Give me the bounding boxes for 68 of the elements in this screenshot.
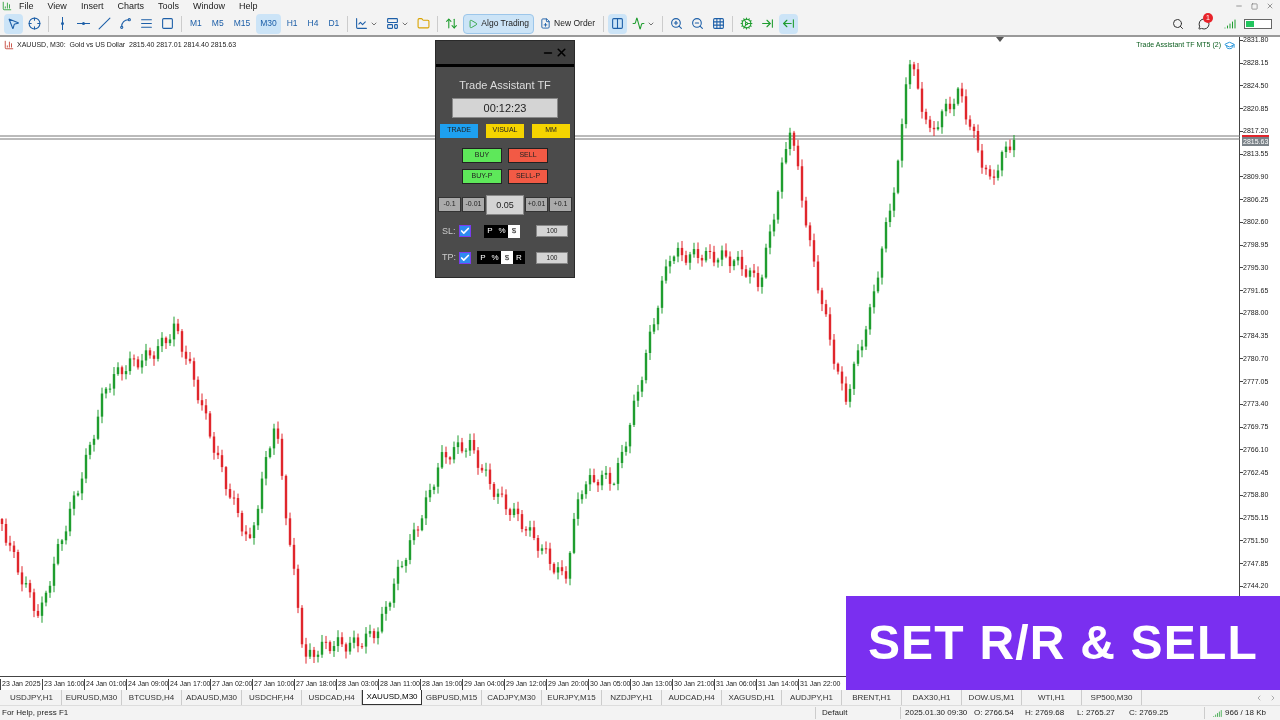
mode-button[interactable]: % [496, 224, 508, 238]
one-click-trading-icon [445, 17, 459, 30]
pointer-icon [7, 17, 20, 30]
menu-item[interactable]: View [40, 0, 74, 12]
level-label: TP: [442, 251, 457, 264]
chart-icon [4, 40, 14, 51]
high-price: H: 2769.68 [1025, 707, 1066, 719]
chart-shift-button[interactable] [779, 13, 799, 34]
crosshair-icon [28, 17, 41, 30]
settings-icon [740, 17, 754, 30]
autoscroll-icon [761, 17, 775, 30]
timeframe-button[interactable]: H1 [282, 13, 302, 34]
timeframe-button[interactable]: M5 [207, 13, 228, 34]
menu-item[interactable]: Charts [110, 0, 151, 12]
close-price: C: 2769.25 [1129, 707, 1170, 719]
panel-title: Trade Assistant TF [458, 78, 552, 93]
level-checkbox[interactable] [459, 251, 471, 264]
zoom-out-icon [691, 17, 705, 30]
low-price: L: 2765.27 [1077, 707, 1116, 719]
level-label: SL: [442, 224, 457, 238]
algo-trading-button[interactable]: Algo Trading [463, 13, 535, 34]
menu-item[interactable]: Insert [73, 0, 111, 12]
timeframe-button[interactable]: D1 [324, 13, 344, 34]
bar-chart-button[interactable] [608, 13, 628, 34]
mode-button[interactable]: P [484, 224, 496, 238]
folder-icon [417, 17, 431, 30]
lot-field[interactable]: 0.05 [486, 194, 524, 215]
timer-display: 00:12:23 [452, 97, 558, 118]
profile-name: Default [815, 707, 900, 719]
mode-button[interactable]: % [489, 251, 501, 265]
indicators-icon [632, 17, 646, 30]
mode-button[interactable]: P [477, 251, 489, 265]
open-price: O: 2766.54 [973, 707, 1015, 719]
timeframe-button[interactable]: M30 [256, 13, 281, 34]
new-document-icon [540, 18, 552, 29]
rectangle-icon [161, 17, 174, 30]
symbol-tab[interactable]: XAUUSD,M30 [362, 690, 422, 705]
mode-button[interactable]: $ [501, 251, 513, 265]
chart-shift-icon [782, 17, 796, 30]
grid-icon [712, 17, 726, 30]
timeframe-button[interactable]: M1 [186, 13, 206, 34]
traffic-text: 966 / 18 Kb [1225, 707, 1266, 719]
help-text: For Help, press F1 [1, 707, 70, 719]
new-order-button[interactable]: New Order [536, 13, 600, 34]
meter-icon [1244, 18, 1272, 29]
signal-icon [1224, 17, 1236, 30]
mode-button[interactable]: $ [508, 224, 520, 238]
trendline-icon [98, 17, 111, 30]
bar-time: 2025.01.30 09:30 [900, 707, 970, 719]
notification-icon[interactable] [1198, 17, 1210, 30]
search-icon[interactable] [1172, 17, 1184, 30]
close-icon[interactable] [1266, 2, 1274, 10]
mode-button[interactable]: R [513, 251, 525, 265]
template-icon [386, 17, 400, 30]
timeframe-button[interactable]: M15 [229, 13, 255, 34]
menu-item[interactable]: Window [185, 0, 232, 12]
pointer-button[interactable] [4, 13, 23, 34]
menu-item[interactable]: Help [231, 0, 265, 12]
zoom-in-icon [670, 17, 684, 30]
app-logo-icon [2, 1, 12, 11]
connection-icon [1213, 708, 1222, 718]
menu-item[interactable]: Tools [150, 0, 186, 12]
chart-type-icon [355, 17, 369, 30]
timeframe-button[interactable]: H4 [303, 13, 323, 34]
caption-text: SET R/R & SELL [867, 615, 1259, 671]
menu-item[interactable]: File [12, 0, 41, 12]
level-checkbox[interactable] [459, 225, 471, 238]
play-icon [468, 18, 479, 29]
